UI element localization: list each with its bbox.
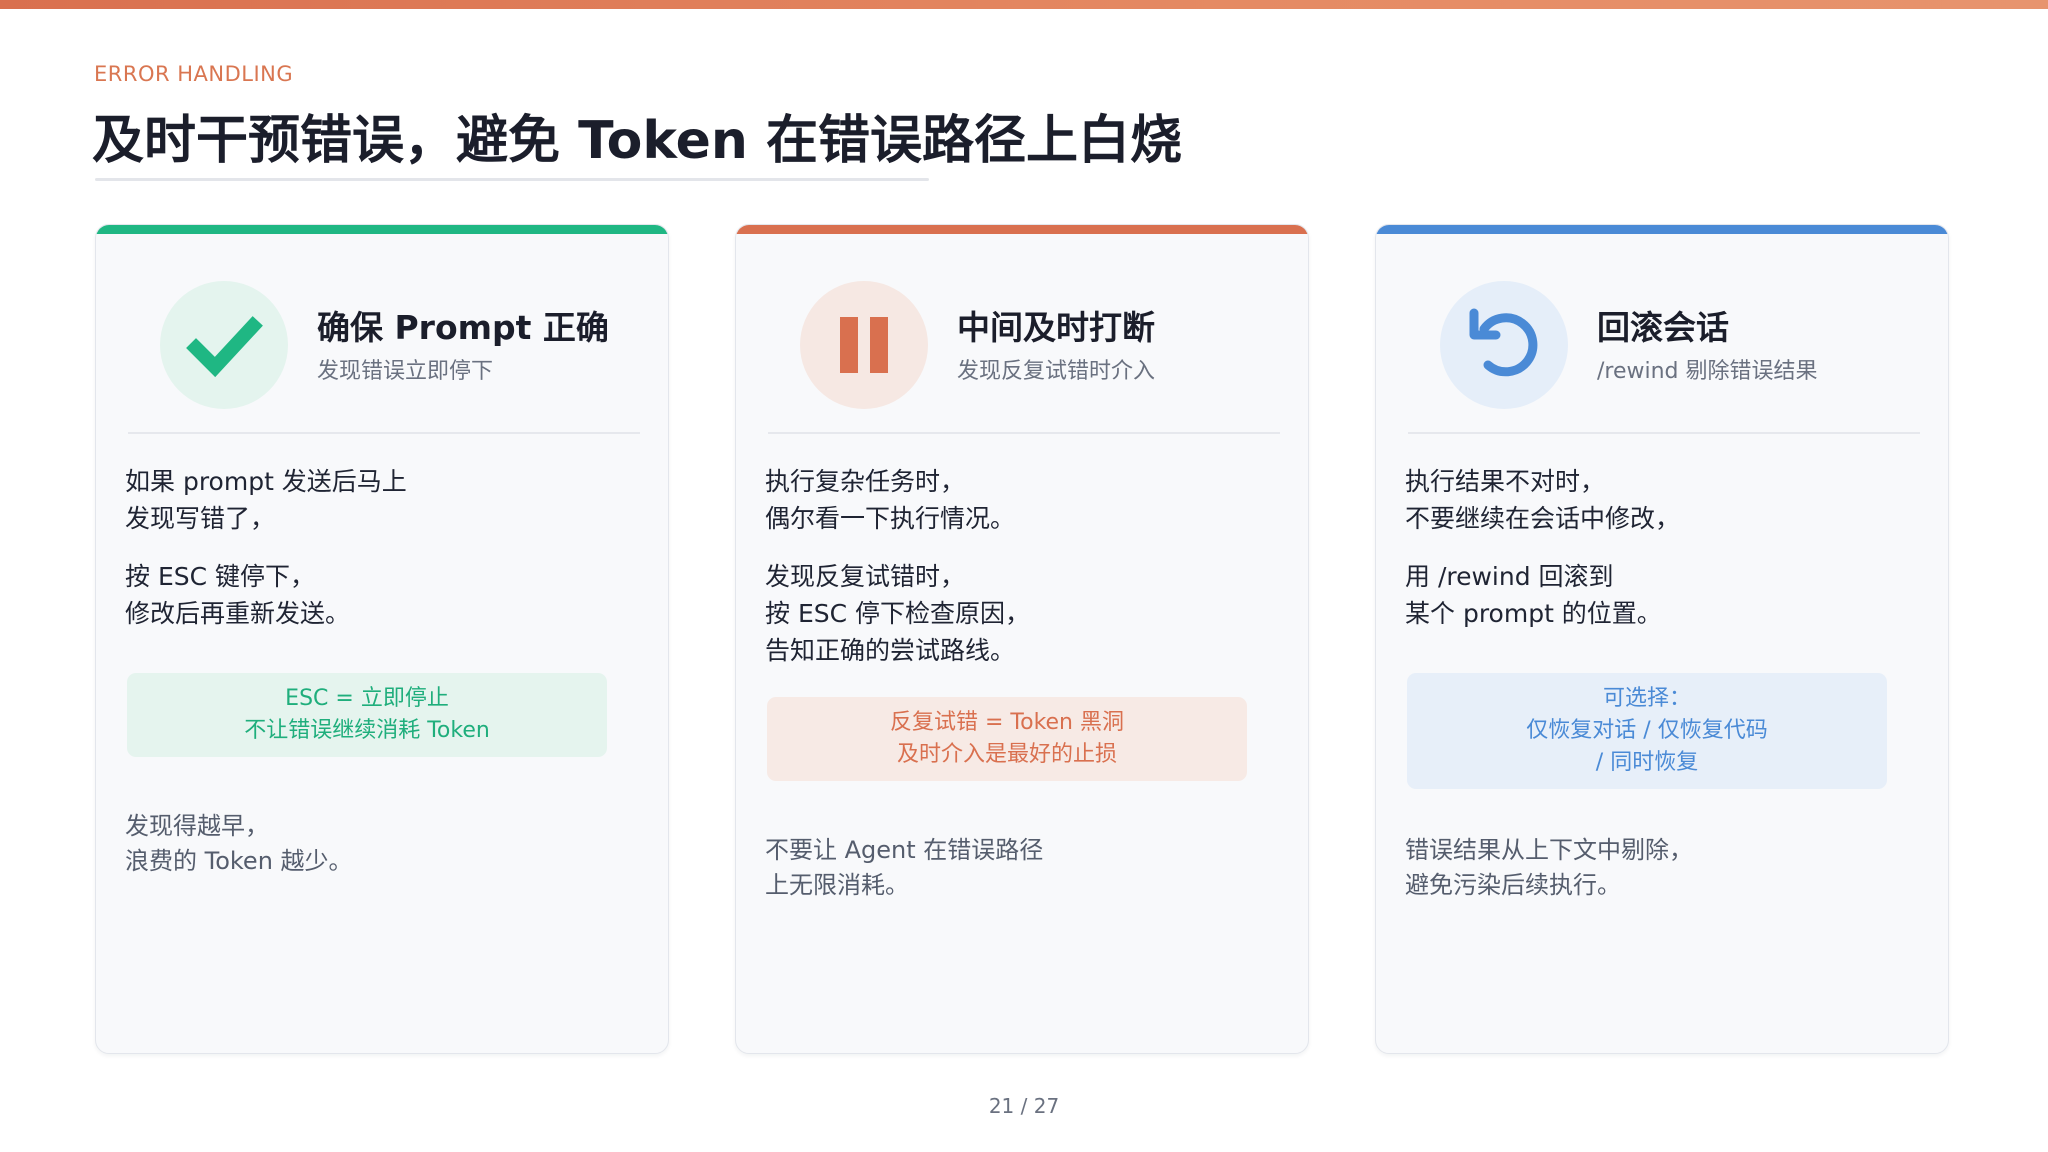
card-body: 执行复杂任务时， 偶尔看一下执行情况。 发现反复试错时， 按 ESC 停下检查原… bbox=[765, 463, 1285, 690]
pause-icon bbox=[800, 281, 928, 409]
card-title: 确保 Prompt 正确 bbox=[317, 308, 609, 347]
card-divider bbox=[128, 432, 640, 434]
callout-box: 可选择： 仅恢复对话 / 仅恢复代码 / 同时恢复 bbox=[1407, 673, 1887, 789]
callout-box: 反复试错 = Token 黑洞 及时介入是最好的止损 bbox=[767, 697, 1247, 781]
card-body: 如果 prompt 发送后马上 发现写错了， 按 ESC 键停下， 修改后再重新… bbox=[125, 463, 645, 653]
card-accent-bar bbox=[736, 225, 1308, 234]
card-accent-bar bbox=[96, 225, 668, 234]
card-subtitle: 发现反复试错时介入 bbox=[957, 359, 1156, 384]
rewind-icon bbox=[1440, 281, 1568, 409]
card-header: 中间及时打断 发现反复试错时介入 bbox=[736, 281, 1308, 411]
body-paragraph: 如果 prompt 发送后马上 发现写错了， bbox=[125, 467, 407, 533]
card-subtitle: 发现错误立即停下 bbox=[317, 359, 494, 384]
card-interrupt: 中间及时打断 发现反复试错时介入 执行复杂任务时， 偶尔看一下执行情况。 发现反… bbox=[735, 224, 1309, 1054]
body-paragraph: 用 /rewind 回滚到 某个 prompt 的位置。 bbox=[1405, 562, 1662, 628]
body-paragraph: 执行复杂任务时， 偶尔看一下执行情况。 bbox=[765, 467, 1016, 533]
body-paragraph: 按 ESC 键停下， 修改后再重新发送。 bbox=[125, 562, 351, 628]
card-title: 中间及时打断 bbox=[957, 308, 1155, 347]
section-eyebrow: ERROR HANDLING bbox=[94, 62, 294, 86]
slide-title: 及时干预错误，避免 Token 在错误路径上白烧 bbox=[92, 111, 1182, 171]
body-paragraph: 发现反复试错时， 按 ESC 停下检查原因， 告知正确的尝试路线。 bbox=[765, 562, 1031, 665]
card-rewind: 回滚会话 /rewind 剔除错误结果 执行结果不对时， 不要继续在会话中修改，… bbox=[1375, 224, 1949, 1054]
page-number: 21 / 27 bbox=[988, 1094, 1060, 1118]
title-underline bbox=[95, 178, 929, 181]
card-title: 回滚会话 bbox=[1597, 308, 1729, 347]
card-accent-bar bbox=[1376, 225, 1948, 234]
top-accent-bar bbox=[0, 0, 2048, 9]
card-header: 回滚会话 /rewind 剔除错误结果 bbox=[1376, 281, 1948, 411]
body-paragraph: 执行结果不对时， 不要继续在会话中修改， bbox=[1405, 467, 1681, 533]
card-footnote: 不要让 Agent 在错误路径 上无限消耗。 bbox=[765, 836, 1044, 899]
checkmark-icon bbox=[160, 281, 288, 409]
card-ensure-prompt: 确保 Prompt 正确 发现错误立即停下 如果 prompt 发送后马上 发现… bbox=[95, 224, 669, 1054]
card-subtitle: /rewind 剔除错误结果 bbox=[1597, 359, 1818, 384]
card-body: 执行结果不对时， 不要继续在会话中修改， 用 /rewind 回滚到 某个 pr… bbox=[1405, 463, 1925, 653]
card-divider bbox=[1408, 432, 1920, 434]
card-footnote: 错误结果从上下文中剔除， 避免污染后续执行。 bbox=[1405, 836, 1693, 899]
card-footnote: 发现得越早， 浪费的 Token 越少。 bbox=[125, 812, 353, 875]
callout-box: ESC = 立即停止 不让错误继续消耗 Token bbox=[127, 673, 607, 757]
card-header: 确保 Prompt 正确 发现错误立即停下 bbox=[96, 281, 668, 411]
card-divider bbox=[768, 432, 1280, 434]
